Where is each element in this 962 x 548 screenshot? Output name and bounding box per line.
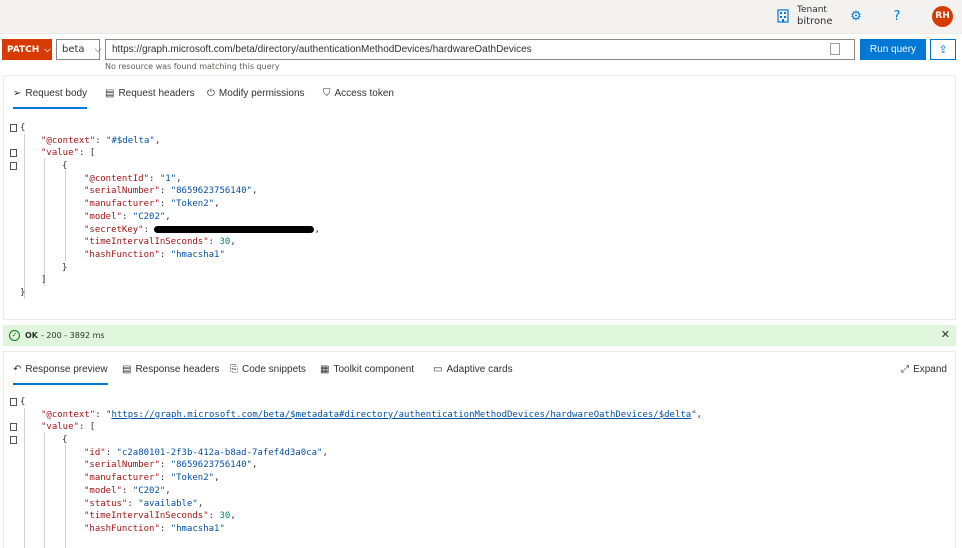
help-icon[interactable]: ? xyxy=(889,9,905,25)
tenant-label: Tenant xyxy=(797,5,827,15)
permissions-icon: ⏻ xyxy=(207,88,215,99)
expand-icon: ⤢ xyxy=(901,364,910,375)
card-icon: ▭ xyxy=(433,364,443,375)
fold-toggle[interactable] xyxy=(10,398,17,406)
request-code-editor[interactable]: { "@context": "#$delta", "value": [ { "@… xyxy=(4,122,955,300)
code-icon: ⎘ xyxy=(230,364,238,375)
tab-label: Response preview xyxy=(25,364,108,375)
close-icon[interactable]: ✕ xyxy=(941,328,950,341)
response-tabs: ↶ Response preview ▤ Response headers ⎘ … xyxy=(4,352,955,388)
response-panel: ↶ Response preview ▤ Response headers ⎘ … xyxy=(3,351,956,548)
tab-label: Access token xyxy=(334,88,394,99)
tab-request-body[interactable]: ➢ Request body xyxy=(13,88,88,109)
tenant-switcher[interactable]: Tenant bitrone xyxy=(775,5,833,27)
tab-label: Code snippets xyxy=(242,364,306,375)
context-link[interactable]: https://graph.microsoft.com/beta/$metada… xyxy=(111,410,691,420)
fold-toggle[interactable] xyxy=(10,436,17,445)
building-icon xyxy=(777,9,789,23)
redacted-secret xyxy=(154,225,315,233)
tab-label: Request body xyxy=(25,88,88,99)
chevron-down-icon: ⌵ xyxy=(94,44,102,55)
undo-icon: ↶ xyxy=(13,364,22,375)
query-bar: PATCH ⌵ beta ⌵ https://graph.microsoft.c… xyxy=(0,38,962,64)
fold-toggle[interactable] xyxy=(10,162,17,171)
request-panel: ➢ Request body ▤ Request headers ⏻ Modif… xyxy=(3,75,956,320)
method-label: PATCH xyxy=(7,44,40,55)
tab-modify-permissions[interactable]: ⏻ Modify permissions xyxy=(207,88,305,99)
response-code-viewer[interactable]: { "@context": "https://graph.microsoft.c… xyxy=(4,396,955,548)
tab-response-preview[interactable]: ↶ Response preview xyxy=(13,364,108,385)
fold-toggle[interactable] xyxy=(10,423,17,432)
share-icon[interactable]: ⇪ xyxy=(930,39,956,60)
status-bar: ✓ OK - 200 - 3892 ms ✕ xyxy=(3,325,956,346)
tab-request-headers[interactable]: ▤ Request headers xyxy=(105,88,195,99)
document-icon[interactable] xyxy=(830,43,840,55)
tab-toolkit-component[interactable]: ▦ Toolkit component xyxy=(320,364,414,375)
request-tabs: ➢ Request body ▤ Request headers ⏻ Modif… xyxy=(4,76,955,112)
shield-icon: ⛉ xyxy=(323,88,331,99)
tab-access-token[interactable]: ⛉ Access token xyxy=(323,88,394,99)
tab-label: Response headers xyxy=(135,364,220,375)
tab-label: Toolkit component xyxy=(333,364,415,375)
avatar[interactable]: RH xyxy=(932,6,953,27)
url-text: https://graph.microsoft.com/beta/directo… xyxy=(112,44,532,55)
tab-label: Request headers xyxy=(118,88,195,99)
tab-adaptive-cards[interactable]: ▭ Adaptive cards xyxy=(433,364,513,375)
tab-code-snippets[interactable]: ⎘ Code snippets xyxy=(230,364,306,375)
method-dropdown[interactable]: PATCH ⌵ xyxy=(2,39,52,60)
headers-icon: ▤ xyxy=(122,364,132,375)
toolkit-icon: ▦ xyxy=(320,364,330,375)
tenant-name: bitrone xyxy=(797,16,833,27)
check-circle-icon: ✓ xyxy=(9,330,20,341)
version-dropdown[interactable]: beta ⌵ xyxy=(56,39,102,60)
fold-toggle[interactable] xyxy=(10,124,17,132)
send-icon: ➢ xyxy=(13,88,22,99)
expand-button[interactable]: ⤢ Expand xyxy=(901,364,947,375)
gear-icon[interactable]: ⚙ xyxy=(848,9,864,25)
expand-label: Expand xyxy=(913,364,947,375)
chevron-down-icon: ⌵ xyxy=(44,44,51,54)
fold-toggle[interactable] xyxy=(10,149,17,158)
status-ok: OK xyxy=(25,331,38,340)
tab-label: Modify permissions xyxy=(218,88,305,99)
headers-icon: ▤ xyxy=(105,88,115,99)
tab-label: Adaptive cards xyxy=(446,364,513,375)
version-label: beta xyxy=(62,44,85,55)
url-message: No resource was found matching this quer… xyxy=(105,62,280,71)
url-input[interactable]: https://graph.microsoft.com/beta/directo… xyxy=(105,39,855,60)
status-detail: - 200 - 3892 ms xyxy=(41,331,105,340)
run-query-button[interactable]: Run query xyxy=(860,39,926,60)
tab-response-headers[interactable]: ▤ Response headers xyxy=(122,364,219,375)
top-bar: Tenant bitrone ⚙ ? RH xyxy=(0,0,962,34)
